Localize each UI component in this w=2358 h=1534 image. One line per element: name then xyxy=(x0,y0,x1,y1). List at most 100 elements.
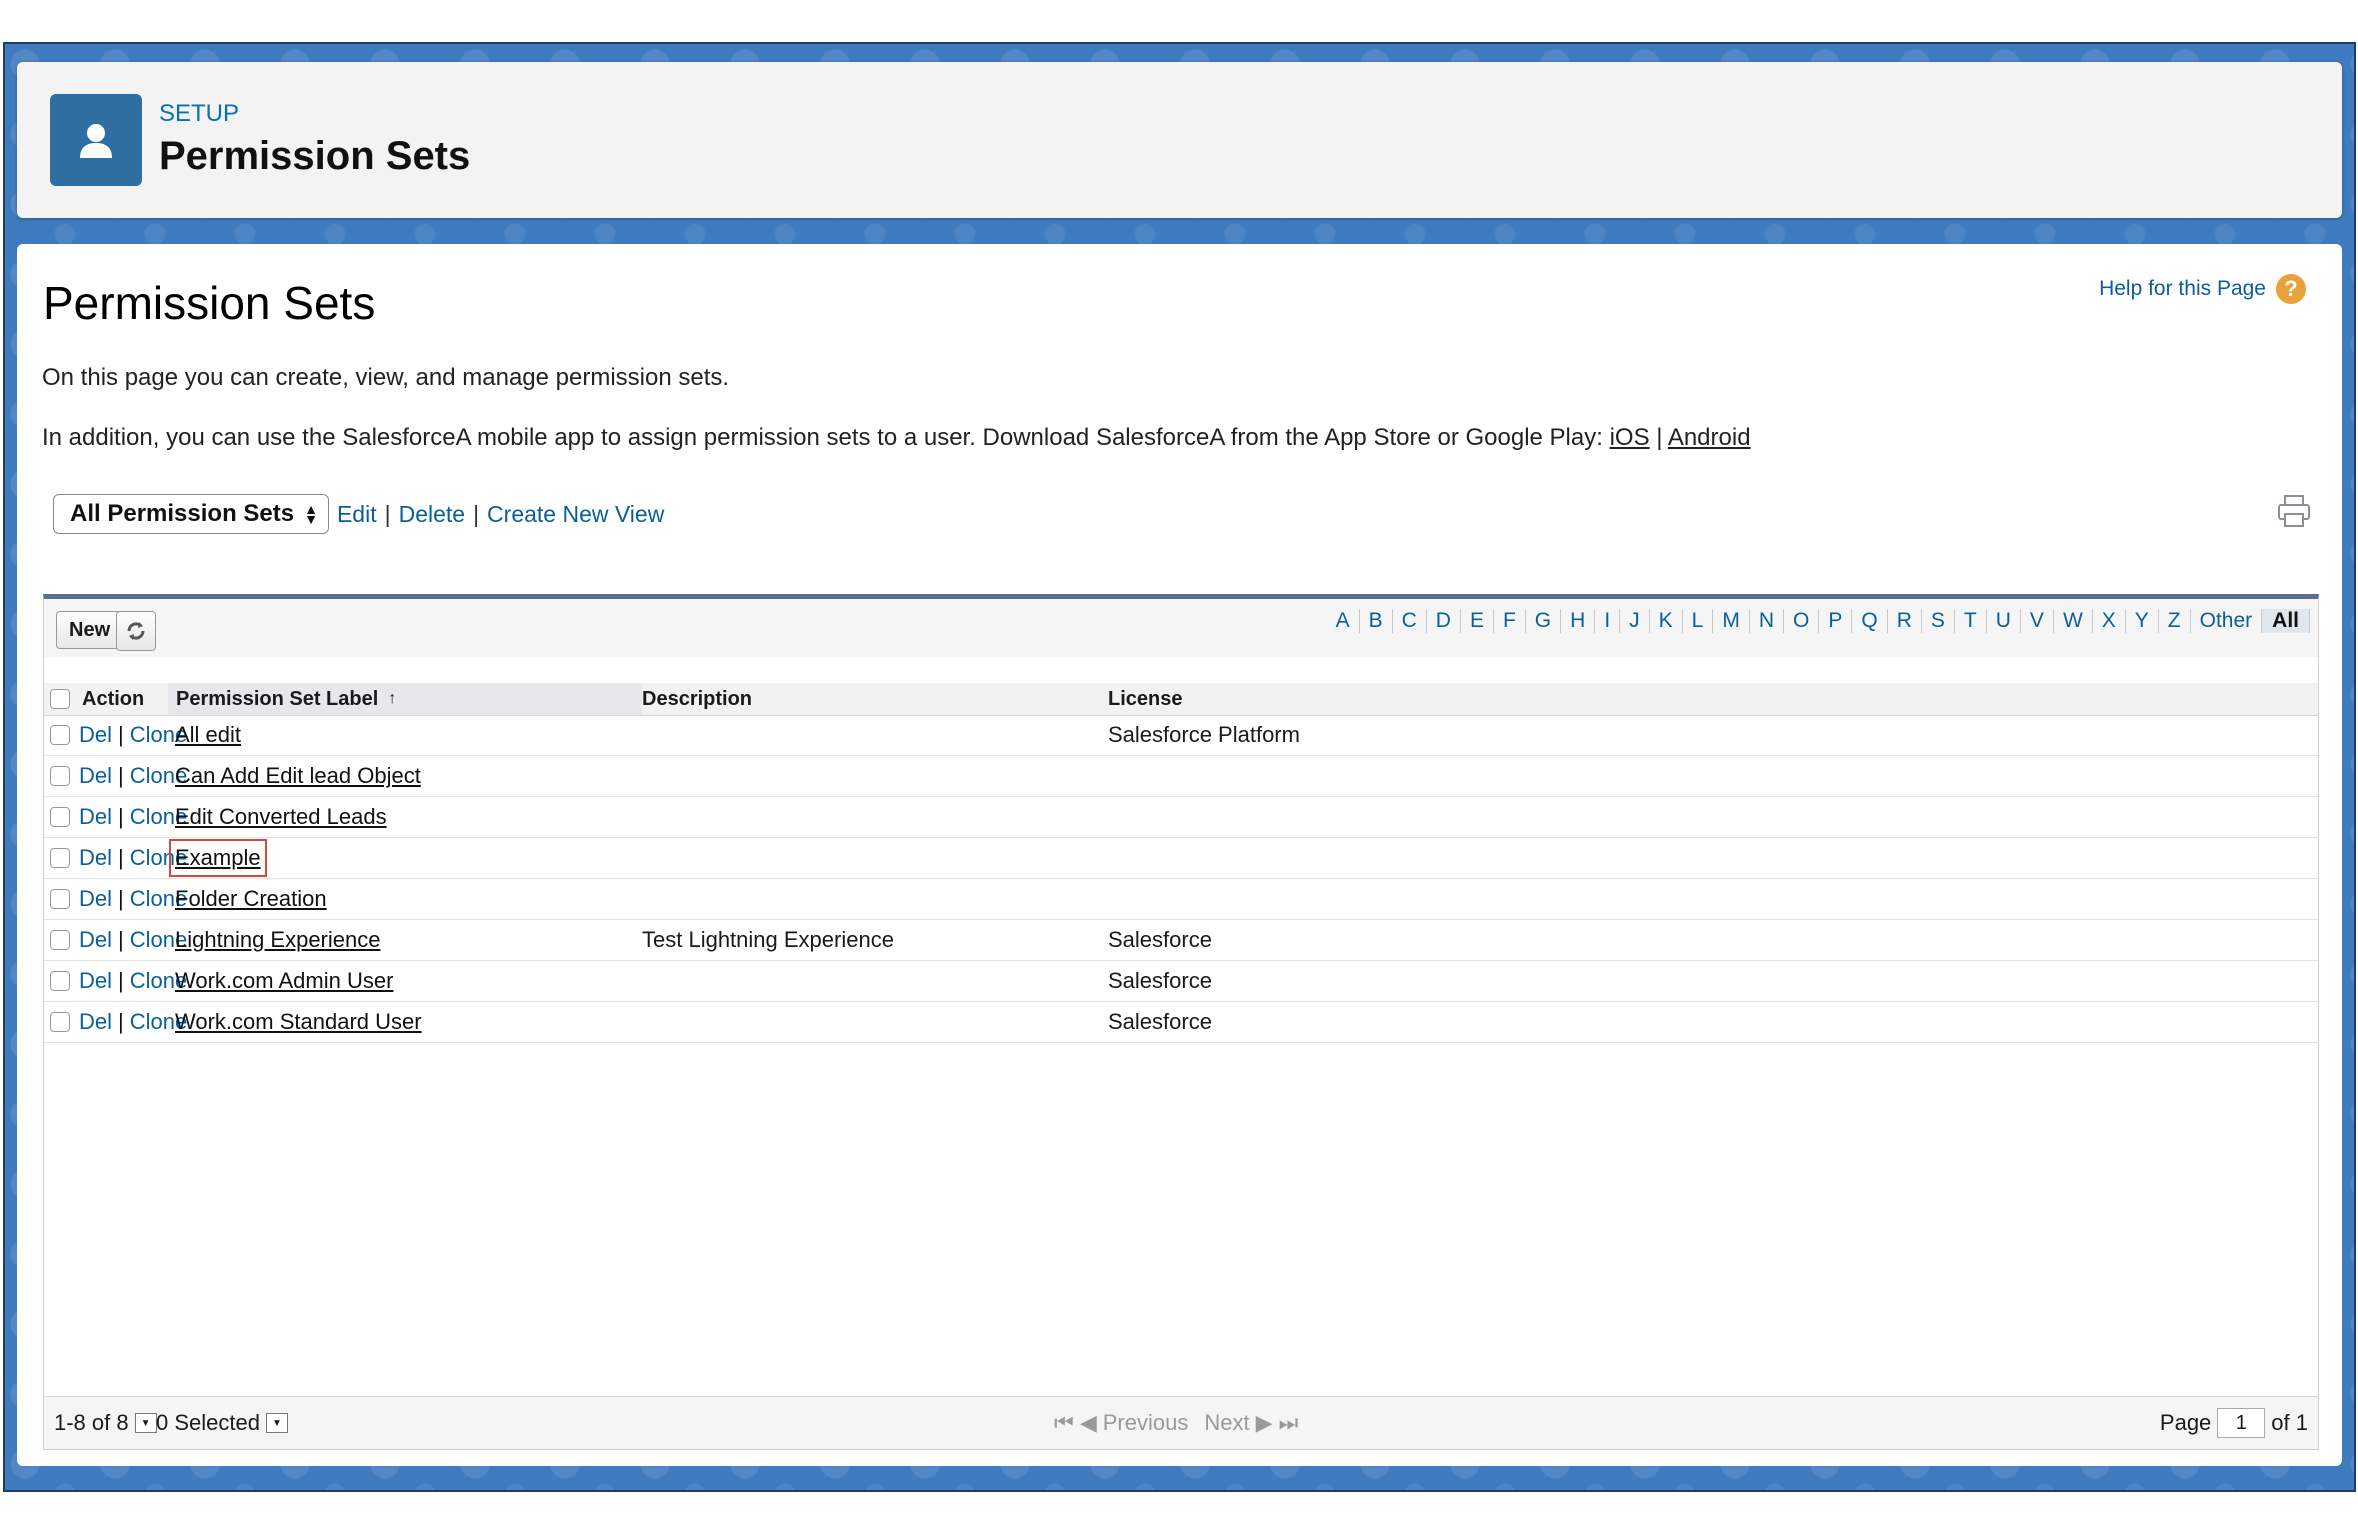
label-header[interactable]: Permission Set Label ↑ xyxy=(168,683,642,715)
row-checkbox[interactable] xyxy=(50,725,70,745)
main-content: Permission Sets Help for this Page ? On … xyxy=(17,244,2342,1466)
help-area: Help for this Page ? xyxy=(2099,274,2306,304)
action-separator: | xyxy=(118,886,124,911)
alpha-filter-f[interactable]: F xyxy=(1494,609,1526,633)
page-indicator: Page 1 of 1 xyxy=(2160,1397,2308,1449)
description-header[interactable]: Description xyxy=(642,683,752,715)
row-checkbox-cell xyxy=(50,961,70,1001)
license-header[interactable]: License xyxy=(1108,683,1182,715)
alpha-filter-e[interactable]: E xyxy=(1461,609,1494,633)
alpha-filter-d[interactable]: D xyxy=(1427,609,1461,633)
create-view-link[interactable]: Create New View xyxy=(487,501,664,528)
delete-link[interactable]: Del xyxy=(79,1009,112,1035)
help-icon[interactable]: ? xyxy=(2276,274,2306,304)
alpha-filter-all[interactable]: All xyxy=(2262,609,2310,633)
alpha-filter-j[interactable]: J xyxy=(1620,609,1650,633)
alpha-filter-y[interactable]: Y xyxy=(2126,609,2159,633)
help-link[interactable]: Help for this Page xyxy=(2099,277,2266,301)
alpha-filter-a[interactable]: A xyxy=(1327,609,1360,633)
delete-link[interactable]: Del xyxy=(79,763,112,789)
permission-set-link[interactable]: Work.com Standard User xyxy=(175,1009,422,1035)
permission-set-link[interactable]: Edit Converted Leads xyxy=(175,804,387,830)
alpha-filter-s[interactable]: S xyxy=(1922,609,1955,633)
alpha-filter-n[interactable]: N xyxy=(1750,609,1785,633)
previous-arrow-icon[interactable]: ◀ xyxy=(1080,1410,1097,1436)
select-all-cell xyxy=(50,683,70,715)
alpha-filter-c[interactable]: C xyxy=(1393,609,1427,633)
record-range[interactable]: 1-8 of 8 ▼ xyxy=(54,1397,157,1449)
next-link[interactable]: Next xyxy=(1204,1410,1249,1436)
alpha-filter-b[interactable]: B xyxy=(1360,609,1393,633)
row-checkbox[interactable] xyxy=(50,766,70,786)
table-header: Action Permission Set Label ↑ Descriptio… xyxy=(44,683,2318,716)
alpha-filter-v[interactable]: V xyxy=(2021,609,2054,633)
delete-view-link[interactable]: Delete xyxy=(399,501,465,528)
permission-set-link[interactable]: Folder Creation xyxy=(175,886,327,912)
android-link[interactable]: Android xyxy=(1668,424,1751,451)
list-view-panel: New A B C D E F G H I J K L M N O P Q R S T U V W X Y Z Other All A… xyxy=(43,594,2319,1450)
setup-header: SETUP Permission Sets xyxy=(17,62,2342,218)
alpha-filter-w[interactable]: W xyxy=(2054,609,2093,633)
row-checkbox[interactable] xyxy=(50,807,70,827)
last-page-icon[interactable]: ⏭ xyxy=(1279,1410,1299,1436)
label-cell: Example xyxy=(169,838,267,878)
alpha-filter-m[interactable]: M xyxy=(1713,609,1750,633)
row-actions: Del | Clone xyxy=(79,756,187,796)
delete-link[interactable]: Del xyxy=(79,886,112,912)
first-page-icon[interactable]: ⏮ xyxy=(1054,1410,1074,1436)
alpha-filter-z[interactable]: Z xyxy=(2159,609,2191,633)
alpha-filter-r[interactable]: R xyxy=(1888,609,1922,633)
delete-link[interactable]: Del xyxy=(79,927,112,953)
row-checkbox[interactable] xyxy=(50,848,70,868)
action-separator: | xyxy=(118,804,124,829)
selected-count[interactable]: 0 Selected ▼ xyxy=(156,1397,288,1449)
label-cell: Can Add Edit lead Object xyxy=(175,756,421,796)
refresh-button[interactable] xyxy=(116,611,156,651)
permission-set-link[interactable]: All edit xyxy=(175,722,241,748)
page-number-input[interactable]: 1 xyxy=(2217,1408,2266,1438)
row-actions: Del | Clone xyxy=(79,961,187,1001)
dropdown-icon[interactable]: ▼ xyxy=(265,1413,288,1433)
row-checkbox[interactable] xyxy=(50,930,70,950)
permission-set-link[interactable]: Can Add Edit lead Object xyxy=(175,763,421,789)
delete-link[interactable]: Del xyxy=(79,845,112,871)
alpha-filter-x[interactable]: X xyxy=(2093,609,2126,633)
view-select[interactable]: All Permission Sets ▲ ▼ xyxy=(53,494,329,534)
permission-set-link[interactable]: Lightning Experience xyxy=(175,927,380,953)
printer-icon[interactable] xyxy=(2276,494,2312,528)
ios-link[interactable]: iOS xyxy=(1610,424,1650,451)
edit-view-link[interactable]: Edit xyxy=(337,501,377,528)
permission-set-link[interactable]: Work.com Admin User xyxy=(175,968,393,994)
dropdown-icon[interactable]: ▼ xyxy=(134,1413,157,1433)
link-separator: | xyxy=(1656,424,1663,451)
new-button[interactable]: New xyxy=(56,611,124,649)
alpha-filter-k[interactable]: K xyxy=(1650,609,1683,633)
previous-link[interactable]: Previous xyxy=(1103,1410,1189,1436)
alpha-filter-h[interactable]: H xyxy=(1561,609,1596,633)
table-row: Del | Clone Lightning Experience Test Lightn… xyxy=(44,920,2318,961)
alpha-filter-o[interactable]: O xyxy=(1784,609,1820,633)
alpha-filter-t[interactable]: T xyxy=(1955,609,1987,633)
row-checkbox[interactable] xyxy=(50,889,70,909)
delete-link[interactable]: Del xyxy=(79,722,112,748)
pager: ⏮ ◀ Previous Next ▶ ⏭ xyxy=(1054,1397,1298,1449)
delete-link[interactable]: Del xyxy=(79,804,112,830)
page-title: Permission Sets xyxy=(43,277,376,329)
license-cell: Salesforce xyxy=(1108,927,1212,952)
alpha-filter-p[interactable]: P xyxy=(1819,609,1853,633)
next-arrow-icon[interactable]: ▶ xyxy=(1256,1410,1273,1436)
alpha-filter-l[interactable]: L xyxy=(1683,609,1714,633)
delete-link[interactable]: Del xyxy=(79,968,112,994)
alpha-filter-u[interactable]: U xyxy=(1987,609,2021,633)
alpha-filter-g[interactable]: G xyxy=(1526,609,1562,633)
alpha-filter-q[interactable]: Q xyxy=(1852,609,1888,633)
alpha-filter-i[interactable]: I xyxy=(1595,609,1621,633)
label-cell: Lightning Experience xyxy=(175,920,380,960)
alpha-filter-other[interactable]: Other xyxy=(2191,609,2263,633)
select-all-checkbox[interactable] xyxy=(50,689,70,709)
row-checkbox[interactable] xyxy=(50,971,70,991)
user-icon xyxy=(50,94,142,186)
view-sep: | xyxy=(473,500,480,527)
row-checkbox[interactable] xyxy=(50,1012,70,1032)
permission-set-link[interactable]: Example xyxy=(169,839,267,877)
